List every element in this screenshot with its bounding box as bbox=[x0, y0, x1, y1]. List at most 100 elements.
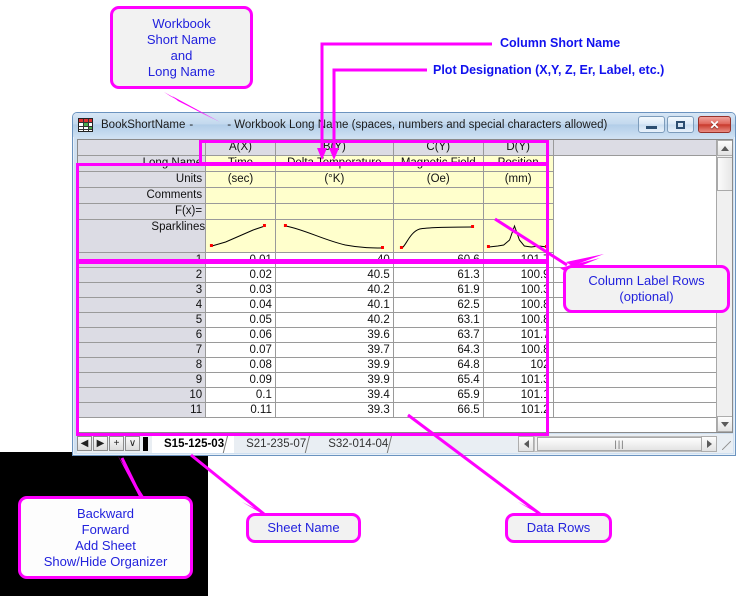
cell-c[interactable]: 60.6 bbox=[393, 252, 484, 268]
resize-grip[interactable] bbox=[717, 436, 733, 452]
cell-a[interactable]: 0.07 bbox=[205, 342, 276, 358]
fx-c[interactable] bbox=[393, 203, 484, 220]
grid-corner-cell[interactable] bbox=[78, 140, 207, 156]
table-row[interactable]: 7 0.07 39.7 64.3 100.8 bbox=[78, 342, 732, 358]
column-header-b[interactable]: B(Y) bbox=[275, 140, 394, 156]
row-number[interactable]: 7 bbox=[78, 342, 207, 358]
table-row[interactable]: 9 0.09 39.9 65.4 101.3 bbox=[78, 372, 732, 388]
units-c[interactable]: (Oe) bbox=[393, 171, 484, 188]
row-number[interactable]: 10 bbox=[78, 387, 207, 403]
row-number[interactable]: 11 bbox=[78, 402, 207, 418]
cell-c[interactable]: 61.3 bbox=[393, 267, 484, 283]
label-row-header-fx[interactable]: F(x)= bbox=[78, 203, 207, 220]
table-row[interactable]: 10 0.1 39.4 65.9 101.1 bbox=[78, 387, 732, 403]
long-name-b[interactable]: Delta Temperature bbox=[275, 155, 394, 172]
cell-d[interactable]: 100.9 bbox=[483, 267, 554, 283]
label-row-header-comments[interactable]: Comments bbox=[78, 187, 207, 204]
cell-d[interactable]: 100.8 bbox=[483, 312, 554, 328]
row-number[interactable]: 9 bbox=[78, 372, 207, 388]
cell-a[interactable]: 0.03 bbox=[205, 282, 276, 298]
sparkline-a[interactable] bbox=[205, 219, 276, 253]
label-row-header-units[interactable]: Units bbox=[78, 171, 207, 188]
fx-d[interactable] bbox=[483, 203, 554, 220]
cell-c[interactable]: 65.4 bbox=[393, 372, 484, 388]
cell-d[interactable]: 101.2 bbox=[483, 402, 554, 418]
cell-c[interactable]: 66.5 bbox=[393, 402, 484, 418]
cell-d[interactable]: 100.3 bbox=[483, 282, 554, 298]
label-row-header-sparklines[interactable]: Sparklines bbox=[78, 219, 207, 253]
cell-a[interactable]: 0.06 bbox=[205, 327, 276, 343]
cell-c[interactable]: 63.1 bbox=[393, 312, 484, 328]
row-number[interactable]: 5 bbox=[78, 312, 207, 328]
units-d[interactable]: (mm) bbox=[483, 171, 554, 188]
cell-d[interactable]: 101.7 bbox=[483, 327, 554, 343]
row-number[interactable]: 3 bbox=[78, 282, 207, 298]
scroll-up-button[interactable] bbox=[717, 140, 732, 156]
cell-a[interactable]: 0.08 bbox=[205, 357, 276, 373]
cell-a[interactable]: 0.05 bbox=[205, 312, 276, 328]
units-a[interactable]: (sec) bbox=[205, 171, 276, 188]
comments-b[interactable] bbox=[275, 187, 394, 204]
units-b[interactable]: (°K) bbox=[275, 171, 394, 188]
column-header-d[interactable]: D(Y) bbox=[483, 140, 554, 156]
add-sheet-button[interactable]: + bbox=[109, 436, 124, 451]
sheet-tab-s21-235-07[interactable]: S21-235-07 bbox=[234, 435, 320, 453]
scroll-down-button[interactable] bbox=[717, 416, 732, 432]
forward-button[interactable]: ▶ bbox=[93, 436, 108, 451]
table-row[interactable]: 8 0.08 39.9 64.8 102 bbox=[78, 357, 732, 373]
cell-b[interactable]: 39.9 bbox=[275, 372, 394, 388]
cell-b[interactable]: 40.2 bbox=[275, 312, 394, 328]
cell-b[interactable]: 40.2 bbox=[275, 282, 394, 298]
show-hide-organizer-button[interactable]: ∨ bbox=[125, 436, 140, 451]
cell-d[interactable]: 101.7 bbox=[483, 252, 554, 268]
scroll-right-button[interactable] bbox=[701, 436, 717, 452]
cell-b[interactable]: 40 bbox=[275, 252, 394, 268]
cell-b[interactable]: 39.3 bbox=[275, 402, 394, 418]
cell-a[interactable]: 0.09 bbox=[205, 372, 276, 388]
column-header-a[interactable]: A(X) bbox=[205, 140, 276, 156]
cell-c[interactable]: 64.3 bbox=[393, 342, 484, 358]
window-title-bar[interactable]: BookShortName - - Workbook Long Name (sp… bbox=[73, 113, 735, 137]
comments-c[interactable] bbox=[393, 187, 484, 204]
fx-b[interactable] bbox=[275, 203, 394, 220]
row-number[interactable]: 1 bbox=[78, 252, 207, 268]
table-row[interactable]: 6 0.06 39.6 63.7 101.7 bbox=[78, 327, 732, 343]
cell-a[interactable]: 0.04 bbox=[205, 297, 276, 313]
cell-d[interactable]: 100.8 bbox=[483, 297, 554, 313]
minimize-button[interactable] bbox=[638, 116, 665, 133]
sheet-tab-s15-125-03[interactable]: S15-125-03 bbox=[152, 435, 238, 453]
cell-c[interactable]: 61.9 bbox=[393, 282, 484, 298]
cell-c[interactable]: 64.8 bbox=[393, 357, 484, 373]
comments-d[interactable] bbox=[483, 187, 554, 204]
scroll-left-button[interactable] bbox=[518, 436, 534, 452]
row-number[interactable]: 2 bbox=[78, 267, 207, 283]
cell-b[interactable]: 39.4 bbox=[275, 387, 394, 403]
cell-c[interactable]: 65.9 bbox=[393, 387, 484, 403]
vertical-scroll-thumb[interactable] bbox=[717, 157, 732, 191]
cell-b[interactable]: 39.6 bbox=[275, 327, 394, 343]
cell-a[interactable]: 0.1 bbox=[205, 387, 276, 403]
long-name-a[interactable]: Time bbox=[205, 155, 276, 172]
fx-a[interactable] bbox=[205, 203, 276, 220]
cell-d[interactable]: 100.8 bbox=[483, 342, 554, 358]
cell-c[interactable]: 63.7 bbox=[393, 327, 484, 343]
cell-d[interactable]: 101.3 bbox=[483, 372, 554, 388]
cell-d[interactable]: 101.1 bbox=[483, 387, 554, 403]
cell-c[interactable]: 62.5 bbox=[393, 297, 484, 313]
sparkline-b[interactable] bbox=[275, 219, 394, 253]
cell-d[interactable]: 102 bbox=[483, 357, 554, 373]
cell-b[interactable]: 39.7 bbox=[275, 342, 394, 358]
long-name-d[interactable]: Position bbox=[483, 155, 554, 172]
cell-b[interactable]: 39.9 bbox=[275, 357, 394, 373]
sheet-tab-s32-014-04[interactable]: S32-014-04 bbox=[316, 435, 402, 453]
cell-b[interactable]: 40.1 bbox=[275, 297, 394, 313]
horizontal-scroll-track[interactable]: ||| bbox=[534, 436, 702, 452]
row-number[interactable]: 6 bbox=[78, 327, 207, 343]
comments-a[interactable] bbox=[205, 187, 276, 204]
label-row-header-long-name[interactable]: Long Name bbox=[78, 155, 207, 172]
row-number[interactable]: 8 bbox=[78, 357, 207, 373]
cell-b[interactable]: 40.5 bbox=[275, 267, 394, 283]
horizontal-scrollbar[interactable]: ||| bbox=[518, 435, 733, 453]
row-number[interactable]: 4 bbox=[78, 297, 207, 313]
table-row[interactable]: 11 0.11 39.3 66.5 101.2 bbox=[78, 402, 732, 418]
